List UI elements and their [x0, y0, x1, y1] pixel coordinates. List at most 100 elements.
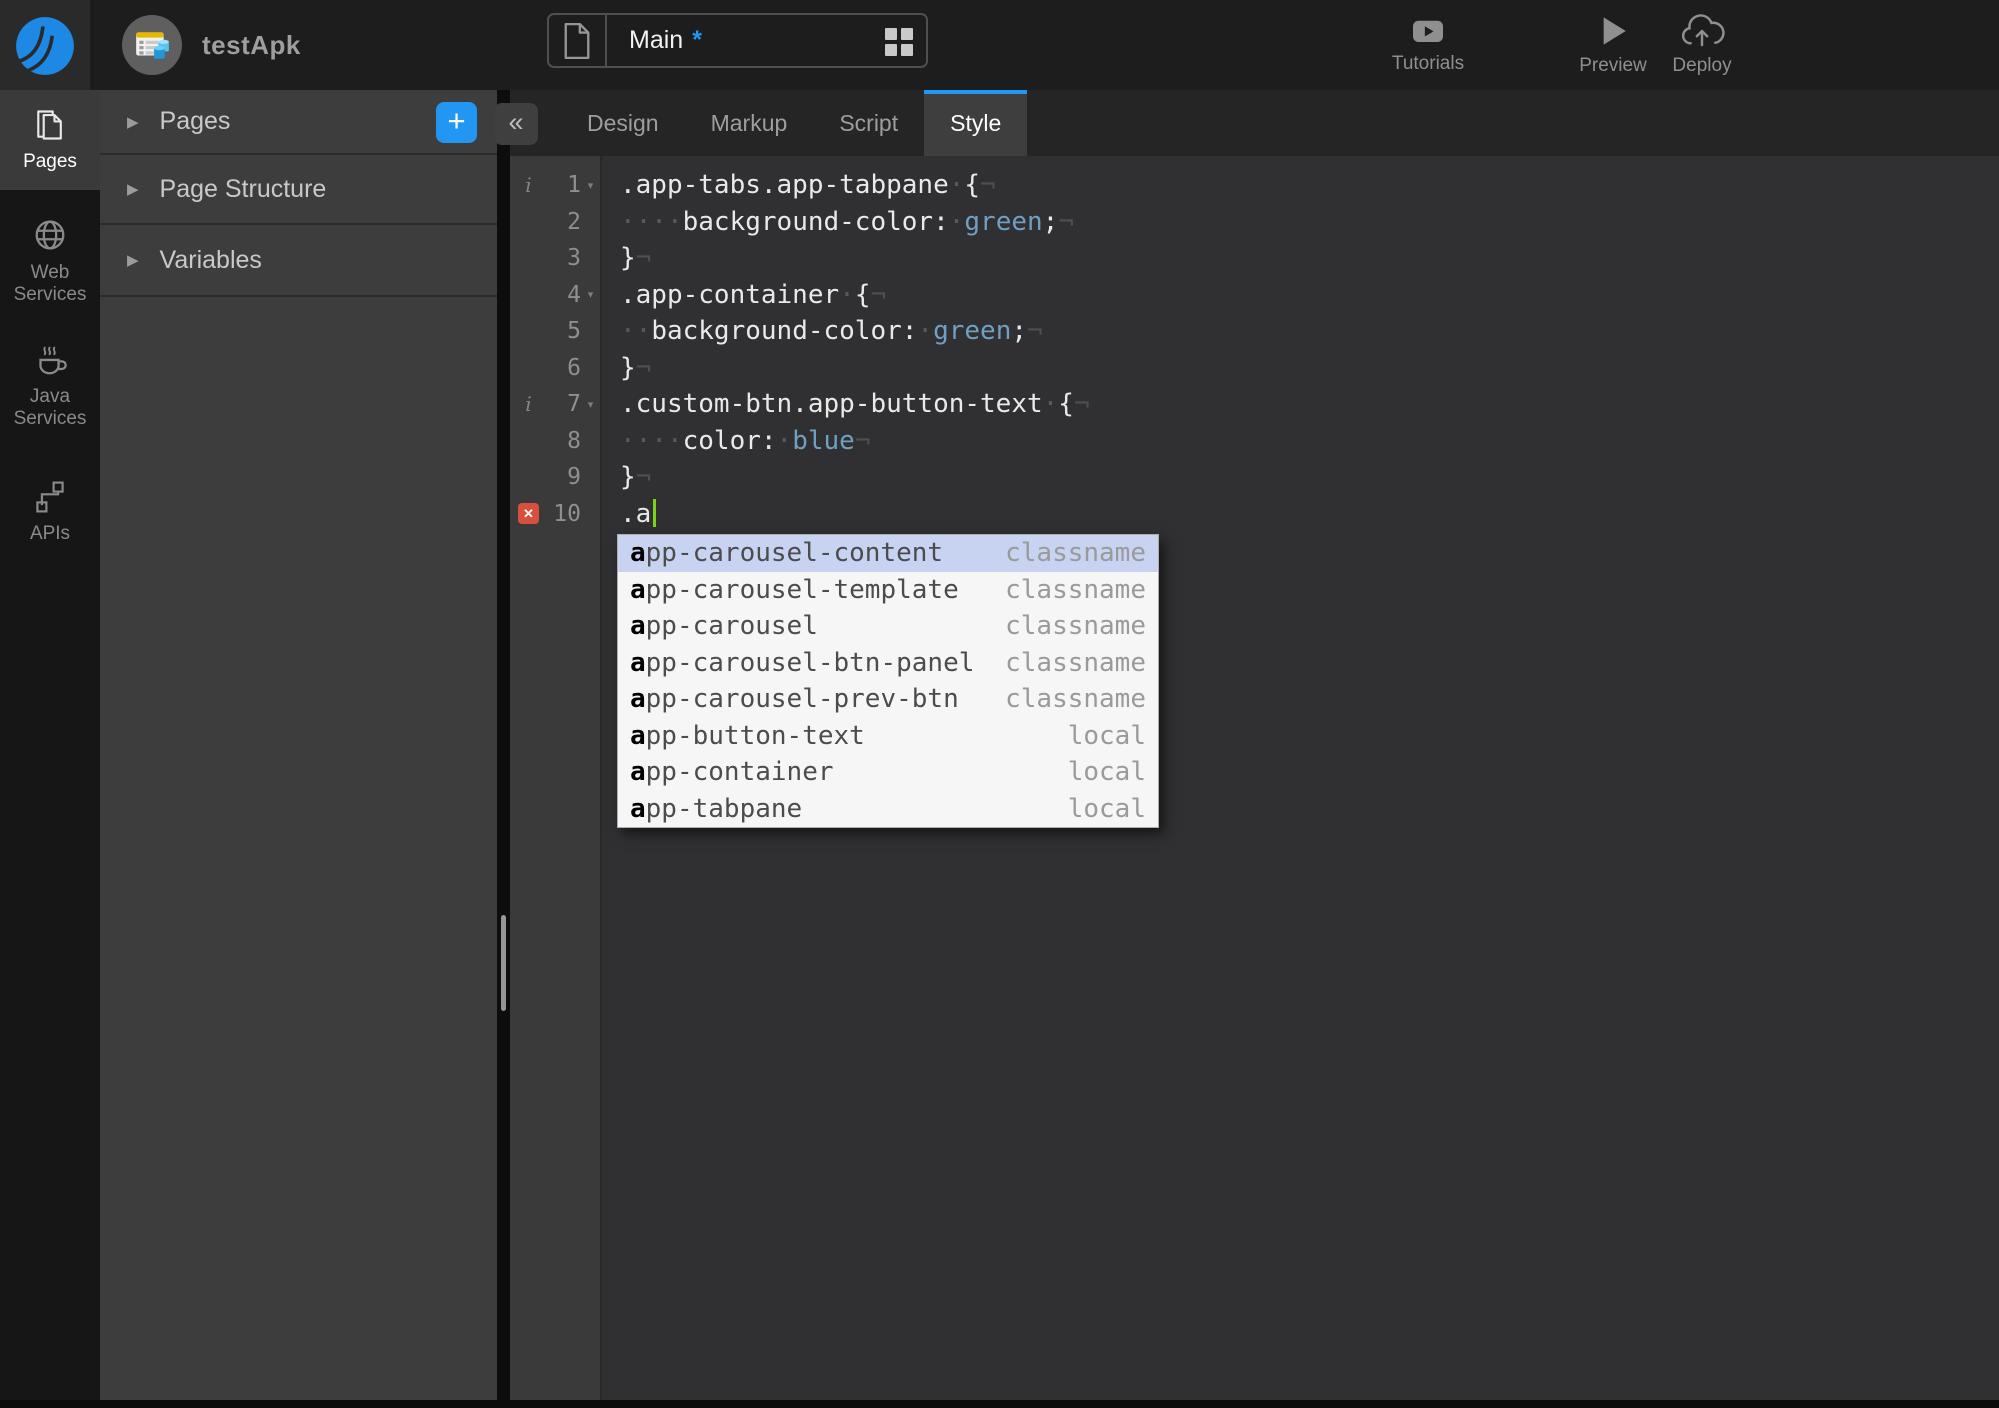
code-line[interactable]: .app-container·{¬ — [602, 277, 1999, 314]
sidebar-item-label: Pages — [23, 151, 77, 173]
autocomplete-item[interactable]: app-button-text local — [618, 718, 1158, 755]
gutter-row: ✕ 10 — [510, 496, 600, 533]
bottom-edge — [0, 1400, 1999, 1408]
pages-grid-icon[interactable] — [885, 28, 913, 56]
panel-section-label: Page Structure — [159, 174, 327, 203]
autocomplete-item-kind: classname — [1005, 684, 1146, 715]
autocomplete-item[interactable]: app-container local — [618, 754, 1158, 791]
autocomplete-item-kind: classname — [1005, 574, 1146, 605]
info-marker-icon: i — [525, 392, 532, 417]
app-name: testApk — [202, 29, 301, 60]
gutter-row: 4 ▾ — [510, 277, 600, 314]
panel-section-page-structure[interactable]: ▶ Page Structure — [100, 155, 497, 225]
panel-section-label: Variables — [159, 245, 262, 274]
line-number: 6 — [567, 354, 581, 381]
autocomplete-item-kind: classname — [1005, 611, 1146, 642]
line-number: 10 — [553, 500, 581, 527]
autocomplete-item[interactable]: app-carousel-template classname — [618, 572, 1158, 609]
line-number: 8 — [567, 427, 581, 454]
gutter-row: 9 — [510, 459, 600, 496]
tab-markup[interactable]: Markup — [685, 90, 814, 156]
code-line[interactable]: }¬ — [602, 350, 1999, 387]
error-marker-icon: ✕ — [518, 503, 539, 525]
fold-toggle-icon[interactable]: ▾ — [581, 288, 600, 301]
autocomplete-item-kind: classname — [1005, 647, 1146, 678]
youtube-icon — [1407, 16, 1449, 46]
autocomplete-item[interactable]: app-tabpane local — [618, 791, 1158, 828]
sidebar-item-apis[interactable]: APIs — [0, 469, 100, 555]
play-icon — [1596, 14, 1630, 48]
deploy-label: Deploy — [1672, 54, 1732, 76]
tab-design[interactable]: Design — [561, 90, 685, 156]
editor-tab-bar: « Design Markup Script Style — [494, 90, 1999, 156]
preview-label: Preview — [1579, 54, 1647, 76]
code-line[interactable]: .custom-btn.app-button-text·{¬ — [602, 386, 1999, 423]
fold-toggle-icon[interactable]: ▾ — [581, 398, 600, 411]
code-line[interactable]: ····color:·blue¬ — [602, 423, 1999, 460]
sidebar-item-web-services[interactable]: Web Services — [0, 206, 100, 316]
autocomplete-item[interactable]: app-carousel-content classname — [618, 535, 1158, 572]
chevron-right-icon: ▶ — [127, 113, 139, 131]
panel-section-label: Pages — [159, 107, 231, 135]
autocomplete-popup: app-carousel-content classname app-carouse… — [617, 534, 1159, 828]
form-database-icon — [133, 26, 171, 64]
line-number: 3 — [567, 245, 581, 272]
autocomplete-item-kind: local — [1067, 793, 1146, 824]
text-cursor — [653, 498, 657, 527]
page-file-icon — [549, 15, 607, 66]
sidebar-item-label: APIs — [29, 523, 71, 545]
unsaved-marker: * — [692, 26, 702, 54]
autocomplete-item-kind: classname — [1005, 538, 1146, 569]
brand-swirl-icon — [12, 12, 78, 78]
info-marker-icon: i — [525, 173, 532, 198]
panel-section-pages[interactable]: ▶ Pages + — [100, 90, 497, 155]
preview-button[interactable]: Preview — [1576, 0, 1650, 90]
app-icon[interactable] — [122, 15, 182, 75]
chevron-right-icon: ▶ — [127, 181, 139, 198]
pages-panel: ▶ Pages + ▶ Page Structure ▶ Variables — [100, 90, 497, 1402]
code-line[interactable]: ····background-color:·green;¬ — [602, 204, 1999, 241]
panel-section-variables[interactable]: ▶ Variables — [100, 225, 497, 297]
add-page-button[interactable]: + — [436, 102, 477, 143]
sidebar-item-pages[interactable]: Pages — [0, 90, 100, 190]
line-number: 2 — [567, 208, 581, 235]
code-line[interactable]: ··background-color:·green;¬ — [602, 313, 1999, 350]
gutter-row: i 1 ▾ — [510, 167, 600, 204]
current-page-name: Main — [629, 26, 684, 54]
code-line[interactable]: }¬ — [602, 240, 1999, 277]
app-window: testApk Main * Tutorials Preview Deploy … — [0, 0, 1999, 1408]
line-number: 7 — [567, 391, 581, 418]
sidebar-item-java-services[interactable]: Java Services — [0, 330, 100, 440]
left-sidebar: Pages Web Services Java Services APIs — [0, 90, 100, 1402]
cloud-upload-icon — [1678, 13, 1726, 48]
code-line[interactable]: .app-tabs.app-tabpane·{¬ — [602, 167, 1999, 204]
autocomplete-item[interactable]: app-carousel-btn-panel classname — [618, 645, 1158, 682]
line-number: 4 — [567, 281, 581, 308]
panel-editor-divider — [497, 90, 510, 1402]
gutter-row: 6 — [510, 350, 600, 387]
tab-style[interactable]: Style — [924, 90, 1028, 156]
tab-script[interactable]: Script — [813, 90, 924, 156]
chevron-right-icon: ▶ — [127, 252, 139, 269]
line-number: 9 — [567, 464, 581, 491]
autocomplete-item[interactable]: app-carousel-prev-btn classname — [618, 681, 1158, 718]
deploy-button[interactable]: Deploy — [1664, 0, 1740, 90]
collapse-panel-button[interactable]: « — [494, 103, 538, 145]
gutter-row: 8 — [510, 423, 600, 460]
autocomplete-item[interactable]: app-carousel classname — [618, 608, 1158, 645]
page-selector[interactable]: Main * — [547, 13, 928, 68]
sidebar-item-label: Java Services — [13, 385, 87, 429]
code-line[interactable]: .a — [602, 496, 1999, 533]
autocomplete-item-kind: local — [1067, 757, 1146, 788]
gutter-row: i 7 ▾ — [510, 386, 600, 423]
tutorials-button[interactable]: Tutorials — [1388, 0, 1468, 90]
brand-logo[interactable] — [0, 0, 90, 90]
top-bar: testApk Main * Tutorials Preview Deploy — [0, 0, 1999, 90]
coffee-icon — [31, 340, 69, 378]
code-line[interactable]: }¬ — [602, 459, 1999, 496]
gutter-row: 3 — [510, 240, 600, 277]
pages-icon — [32, 107, 68, 143]
panel-scrollbar-thumb[interactable] — [501, 915, 506, 1011]
gutter-row: 2 — [510, 204, 600, 241]
fold-toggle-icon[interactable]: ▾ — [581, 179, 600, 192]
